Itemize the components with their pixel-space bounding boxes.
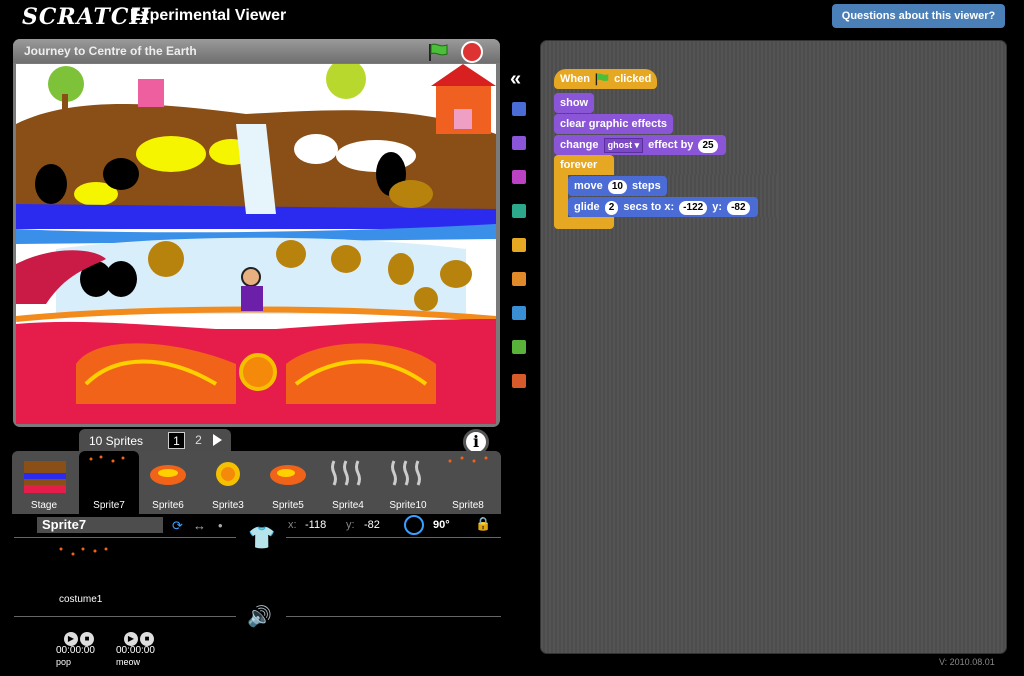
effect-dropdown[interactable]: ghost ▾ — [603, 138, 644, 153]
block-text: clicked — [614, 73, 652, 85]
sprite7-thumbnail — [89, 455, 125, 463]
stage-canvas[interactable] — [16, 64, 496, 424]
page-2-button[interactable]: 2 — [190, 432, 207, 449]
version-label: V: 2010.08.01 — [939, 657, 995, 667]
when-flag-clicked-block[interactable]: When clicked — [554, 69, 658, 89]
play-icon[interactable]: ▶ — [64, 632, 78, 646]
sprite-tile-sprite10[interactable]: Sprite10 — [378, 451, 438, 514]
sprite-tile-sprite6[interactable]: Sprite6 — [138, 451, 198, 514]
page-1-button[interactable]: 1 — [168, 432, 185, 449]
category-lists[interactable] — [512, 374, 526, 388]
sprite-tile-sprite8[interactable]: Sprite8 — [438, 451, 498, 514]
category-sound[interactable] — [512, 170, 526, 184]
category-control[interactable] — [512, 238, 526, 252]
block-text: change — [560, 139, 599, 151]
x-label: x: — [288, 519, 297, 531]
green-flag-icon[interactable] — [426, 42, 450, 62]
sprite-tile-sprite7[interactable]: Sprite7 — [79, 451, 139, 514]
move-block[interactable]: move 10 steps — [568, 176, 667, 196]
sprite-tile-label: Sprite10 — [389, 500, 427, 511]
category-motion[interactable] — [512, 102, 526, 116]
costumes-shirt-icon: 👕 — [248, 525, 276, 550]
stage-thumbnail — [24, 461, 66, 493]
direction-value: 90° — [433, 519, 450, 531]
no-rotate-icon[interactable]: • — [218, 518, 223, 533]
change-effect-block[interactable]: change ghost ▾ effect by 25 — [554, 135, 726, 155]
sprite-tile-label: Sprite6 — [152, 500, 184, 511]
sprite5-thumbnail — [270, 465, 306, 485]
move-value-input[interactable]: 10 — [607, 180, 627, 194]
category-looks[interactable] — [512, 136, 526, 150]
show-block[interactable]: show — [554, 93, 595, 113]
divider — [286, 616, 501, 617]
sprite8-thumbnail — [448, 456, 488, 463]
sprite-tile-label: Sprite5 — [272, 500, 304, 511]
sprite-tile-sprite5[interactable]: Sprite5 — [258, 451, 318, 514]
glide-secs-input[interactable]: 2 — [604, 201, 619, 215]
sounds-speaker-icon: 🔊 — [247, 606, 272, 628]
category-variables[interactable] — [512, 340, 526, 354]
collapse-double-chevron-icon[interactable]: « — [510, 68, 521, 91]
next-page-icon[interactable] — [213, 434, 222, 446]
glide-block[interactable]: glide 2 secs to x: -122 y: -82 — [568, 197, 758, 217]
block-text: effect by — [648, 139, 694, 151]
play-icon[interactable]: ▶ — [124, 632, 138, 646]
sprite6-thumbnail — [150, 465, 186, 485]
sprite-name-field[interactable]: Sprite7 — [37, 517, 163, 533]
clear-effects-block[interactable]: clear graphic effects — [554, 114, 673, 134]
sound-time: 00:00:00 — [116, 645, 155, 656]
sprite10-thumbnail — [391, 460, 421, 486]
rotate-style-icon[interactable]: ⟳ — [172, 518, 183, 534]
sound-name: meow — [116, 657, 141, 667]
sprite-tile-label: Stage — [30, 500, 58, 511]
sound-meow-controls: ▶ ■ — [124, 628, 156, 646]
glide-x-input[interactable]: -122 — [679, 201, 708, 215]
block-text: y: — [712, 201, 723, 213]
effect-option: ghost — [607, 140, 633, 150]
project-title: Journey to Centre of the Earth — [24, 44, 197, 58]
sprite-tile-stage[interactable]: Stage — [14, 451, 74, 514]
block-text: glide — [574, 201, 600, 213]
glide-y-input[interactable]: -82 — [727, 201, 750, 215]
x-value: -118 — [305, 519, 327, 531]
sprite-tile-label: Sprite3 — [212, 500, 244, 511]
direction-icon — [404, 515, 424, 535]
costume-name: costume1 — [59, 594, 103, 605]
divider — [14, 537, 236, 538]
sprite-tile-sprite4[interactable]: Sprite4 — [318, 451, 378, 514]
category-sensing[interactable] — [512, 272, 526, 286]
flip-style-icon[interactable]: ↔ — [193, 518, 206, 533]
sprite-tile-sprite3[interactable]: Sprite3 — [198, 451, 258, 514]
y-label: y: — [346, 519, 355, 531]
sprite-tile-label: Sprite8 — [452, 500, 484, 511]
sprite-tile-label: Sprite7 — [93, 500, 125, 511]
sound-pop-controls: ▶ ■ — [64, 628, 96, 646]
viewer-title: Experimental Viewer — [130, 7, 287, 24]
sound-time: 00:00:00 — [56, 645, 95, 656]
sprite4-thumbnail — [331, 460, 361, 486]
block-text: When — [560, 73, 590, 85]
lock-icon[interactable]: 🔒 — [475, 516, 491, 532]
forever-label: forever — [560, 159, 598, 171]
block-text: move — [574, 180, 603, 192]
divider — [286, 537, 501, 538]
category-operators[interactable] — [512, 306, 526, 320]
divider — [14, 616, 236, 617]
sound-name: pop — [56, 657, 72, 667]
stop-sound-icon[interactable]: ■ — [80, 632, 94, 646]
sprite-tile-label: Sprite4 — [332, 500, 364, 511]
category-pen[interactable] — [512, 204, 526, 218]
questions-button[interactable]: Questions about this viewer? — [832, 4, 1005, 28]
sprite-count: 10 Sprites — [89, 434, 144, 448]
effect-value-input[interactable]: 25 — [698, 139, 718, 153]
costume-thumbnail[interactable] — [58, 546, 113, 558]
stop-icon[interactable] — [461, 41, 483, 63]
block-text: steps — [632, 180, 661, 192]
stop-sound-icon[interactable]: ■ — [140, 632, 154, 646]
block-text: secs to x: — [623, 201, 675, 213]
green-flag-icon — [595, 73, 609, 86]
y-value: -82 — [364, 519, 380, 531]
sprite3-thumbnail — [216, 462, 240, 486]
